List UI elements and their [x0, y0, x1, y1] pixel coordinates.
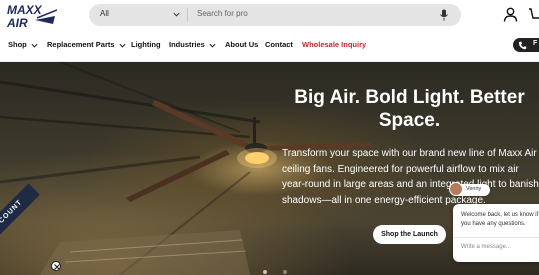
- search-input[interactable]: Search for pro: [197, 9, 248, 18]
- nav-item-label: Contact: [265, 40, 293, 49]
- shop-the-launch-button[interactable]: Shop the Launch: [373, 225, 446, 244]
- chat-message: Welcome back, let us know if you have an…: [461, 212, 539, 227]
- search-category-select[interactable]: All: [100, 9, 109, 18]
- nav-item-lighting[interactable]: Lighting: [131, 40, 161, 49]
- nav-item-label: Shop: [8, 40, 27, 49]
- hero-description: Transform your space with our brand new …: [282, 148, 539, 206]
- top-header: MAXX AIR All Search for pro: [0, 0, 539, 30]
- phone-button[interactable]: F: [513, 38, 539, 52]
- chevron-down-icon: [209, 43, 216, 48]
- search-bar[interactable]: All Search for pro: [89, 4, 461, 26]
- nav-item-contact[interactable]: Contact: [265, 40, 293, 49]
- phone-icon: [518, 41, 527, 50]
- maxx-air-logo[interactable]: MAXX AIR: [5, 2, 58, 30]
- account-icon[interactable]: [503, 7, 518, 22]
- chevron-down-icon: [119, 43, 126, 48]
- nav-item-label: Lighting: [131, 40, 161, 49]
- main-nav: Shop Replacement Parts Lighting Industri…: [0, 30, 539, 62]
- nav-item-label: About Us: [225, 40, 259, 49]
- svg-text:MAXX: MAXX: [7, 3, 43, 17]
- close-icon: [53, 263, 60, 270]
- microphone-icon[interactable]: [439, 9, 449, 21]
- chat-agent-badge[interactable]: Venny: [449, 182, 490, 196]
- phone-label: F: [533, 40, 538, 47]
- chevron-down-icon: [31, 43, 38, 48]
- nav-item-label: Replacement Parts: [47, 40, 115, 49]
- chat-agent-name: Venny: [466, 186, 482, 192]
- chevron-down-icon[interactable]: [173, 11, 180, 18]
- nav-item-wholesale-inquiry[interactable]: Wholesale Inquiry: [302, 40, 366, 49]
- chat-widget[interactable]: Welcome back, let us know if you have an…: [453, 204, 539, 262]
- nav-item-label: Wholesale Inquiry: [302, 40, 367, 49]
- hero-title: Big Air. Bold Light. Better Space.: [294, 87, 525, 131]
- svg-text:AIR: AIR: [6, 16, 28, 29]
- cart-icon[interactable]: [528, 6, 539, 22]
- chat-message-input[interactable]: Write a message...: [461, 244, 511, 250]
- nav-item-industries[interactable]: Industries: [169, 40, 216, 49]
- search-divider: [187, 8, 188, 22]
- nav-item-about-us[interactable]: About Us: [225, 40, 258, 49]
- nav-item-replacement-parts[interactable]: Replacement Parts: [47, 40, 126, 49]
- nav-item-label: Industries: [169, 40, 205, 49]
- avatar: [449, 182, 463, 196]
- nav-item-shop[interactable]: Shop: [8, 40, 38, 49]
- ribbon-close-button[interactable]: [51, 261, 61, 271]
- chat-divider: [453, 237, 539, 238]
